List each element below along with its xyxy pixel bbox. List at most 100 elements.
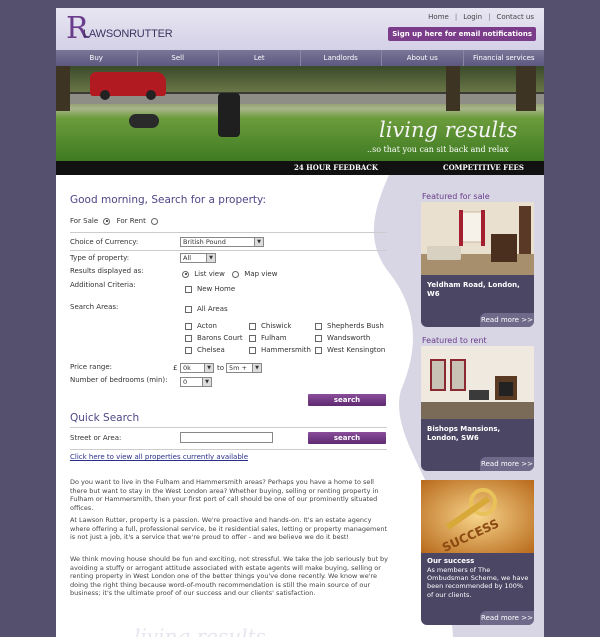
area-option: Acton	[185, 322, 217, 330]
hero-person	[129, 114, 159, 128]
property-type-value: All	[183, 254, 192, 262]
bedrooms-select[interactable]: 0 ▼	[180, 377, 212, 387]
currency-select[interactable]: British Pound ▼	[180, 237, 264, 247]
map-view-radio[interactable]	[232, 270, 240, 278]
property-type-label: Type of property:	[70, 254, 130, 262]
area-label: Hammersmith	[261, 346, 311, 354]
area-checkbox[interactable]	[249, 346, 256, 354]
area-checkbox[interactable]	[185, 346, 192, 354]
fees-strip-text: COMPETITIVE FEES	[443, 163, 524, 172]
area-option: Shepherds Bush	[315, 322, 384, 330]
hero-slogan: living results	[379, 118, 518, 142]
success-photo: SUCCESS	[421, 480, 534, 553]
street-area-input[interactable]	[180, 432, 273, 443]
hero-buggy	[218, 93, 240, 137]
area-option: Wandsworth	[315, 334, 370, 342]
area-option: Barons Court	[185, 334, 243, 342]
price-max-select[interactable]: 5m + ▼	[226, 363, 262, 373]
area-label: Barons Court	[197, 334, 243, 342]
for-sale-radio[interactable]	[103, 217, 111, 225]
nav-buy[interactable]: Buy	[56, 50, 138, 66]
featured-sale-card[interactable]: Yeldham Road, London, W6 Read more >>	[421, 202, 534, 327]
for-rent-label: For Rent	[116, 217, 146, 225]
hero-tree	[56, 66, 70, 111]
area-checkbox[interactable]	[249, 322, 256, 330]
nav-about-us[interactable]: About us	[382, 50, 464, 66]
area-option: Hammersmith	[249, 346, 311, 354]
search-button[interactable]: search	[308, 394, 386, 406]
price-to-label: to	[217, 364, 225, 372]
chevron-down-icon: ▼	[202, 378, 211, 386]
area-checkbox[interactable]	[185, 322, 192, 330]
area-checkbox[interactable]	[315, 322, 322, 330]
featured-sale-caption: Yeldham Road, London, W6	[427, 281, 520, 298]
bedrooms-label: Number of bedrooms (min):	[70, 376, 168, 384]
about-paragraph: At Lawson Rutter, property is a passion.…	[70, 516, 387, 542]
for-sale-label: For Sale	[70, 217, 99, 225]
area-option: Fulham	[249, 334, 287, 342]
logo-text: LAWSONRUTTER	[83, 28, 173, 40]
results-display-label: Results displayed as:	[70, 267, 144, 275]
search-title: Good morning, Search for a property:	[70, 194, 267, 206]
area-label: Fulham	[261, 334, 287, 342]
currency-symbol: £	[173, 364, 178, 372]
page: R LAWSONRUTTER Home | Login | Contact us…	[56, 8, 544, 637]
new-home-label: New Home	[197, 285, 236, 293]
hero-car-wheel	[100, 90, 110, 100]
hero-tree	[516, 66, 536, 111]
all-areas-label: All Areas	[197, 305, 228, 313]
main-content: Good morning, Search for a property: For…	[56, 175, 544, 637]
divider	[70, 449, 387, 450]
email-signup-button[interactable]: Sign up here for email notifications	[388, 27, 536, 41]
featured-rent-read-more[interactable]: Read more >>	[480, 457, 534, 471]
feedback-strip-text: 24 HOUR FEEDBACK	[294, 163, 378, 172]
nav-let[interactable]: Let	[219, 50, 301, 66]
for-rent-radio[interactable]	[151, 217, 159, 225]
area-checkbox[interactable]	[185, 334, 192, 342]
header: R LAWSONRUTTER Home | Login | Contact us…	[56, 8, 544, 50]
featured-sale-read-more[interactable]: Read more >>	[480, 313, 534, 327]
area-label: Wandsworth	[327, 334, 371, 342]
success-title: Our success	[427, 557, 475, 565]
footer-watermark: living results	[134, 624, 266, 637]
featured-rent-card[interactable]: Bishops Mansions, London, SW6 Read more …	[421, 346, 534, 471]
area-label: West Kensington	[327, 346, 386, 354]
area-option: West Kensington	[315, 346, 385, 354]
all-areas-checkbox[interactable]	[185, 305, 192, 313]
property-type-select[interactable]: All ▼	[180, 253, 216, 263]
all-areas-option: All Areas	[185, 305, 228, 313]
link-separator: |	[454, 13, 458, 21]
new-home-checkbox[interactable]	[185, 285, 192, 293]
list-view-radio[interactable]	[182, 270, 189, 278]
top-links: Home | Login | Contact us	[428, 13, 534, 21]
quick-search-button[interactable]: search	[308, 432, 386, 444]
view-options: List view Map view	[182, 270, 277, 278]
nav-landlords[interactable]: Landlords	[301, 50, 382, 66]
area-checkbox[interactable]	[249, 334, 256, 342]
area-checkbox[interactable]	[315, 334, 322, 342]
main-nav: Buy Sell Let Landlords About us Financia…	[56, 50, 544, 66]
bedrooms-value: 0	[183, 378, 188, 386]
nav-sell[interactable]: Sell	[138, 50, 219, 66]
currency-label: Choice of Currency:	[70, 238, 139, 246]
price-min-select[interactable]: 0k ▼	[180, 363, 214, 373]
price-min-value: 0k	[183, 364, 191, 372]
success-card[interactable]: SUCCESS Our success As members of The Om…	[421, 480, 534, 625]
home-link[interactable]: Home	[428, 13, 449, 21]
view-all-properties-link[interactable]: Click here to view all properties curren…	[70, 453, 248, 461]
nav-financial-services[interactable]: Financial services	[464, 50, 545, 66]
success-read-more[interactable]: Read more >>	[480, 611, 534, 625]
featured-rent-heading: Featured to rent	[422, 336, 487, 345]
contact-link[interactable]: Contact us	[496, 13, 534, 21]
map-view-label: Map view	[244, 270, 278, 278]
divider	[70, 250, 387, 251]
chevron-down-icon: ▼	[254, 238, 263, 246]
area-option: Chelsea	[185, 346, 225, 354]
featured-rent-photo	[421, 346, 534, 419]
logo[interactable]: R LAWSONRUTTER	[66, 14, 186, 46]
featured-sale-heading: Featured for sale	[422, 192, 490, 201]
success-text: As members of The Ombudsman Scheme, we h…	[427, 566, 529, 599]
area-checkbox[interactable]	[315, 346, 322, 354]
login-link[interactable]: Login	[463, 13, 482, 21]
area-option: Chiswick	[249, 322, 292, 330]
